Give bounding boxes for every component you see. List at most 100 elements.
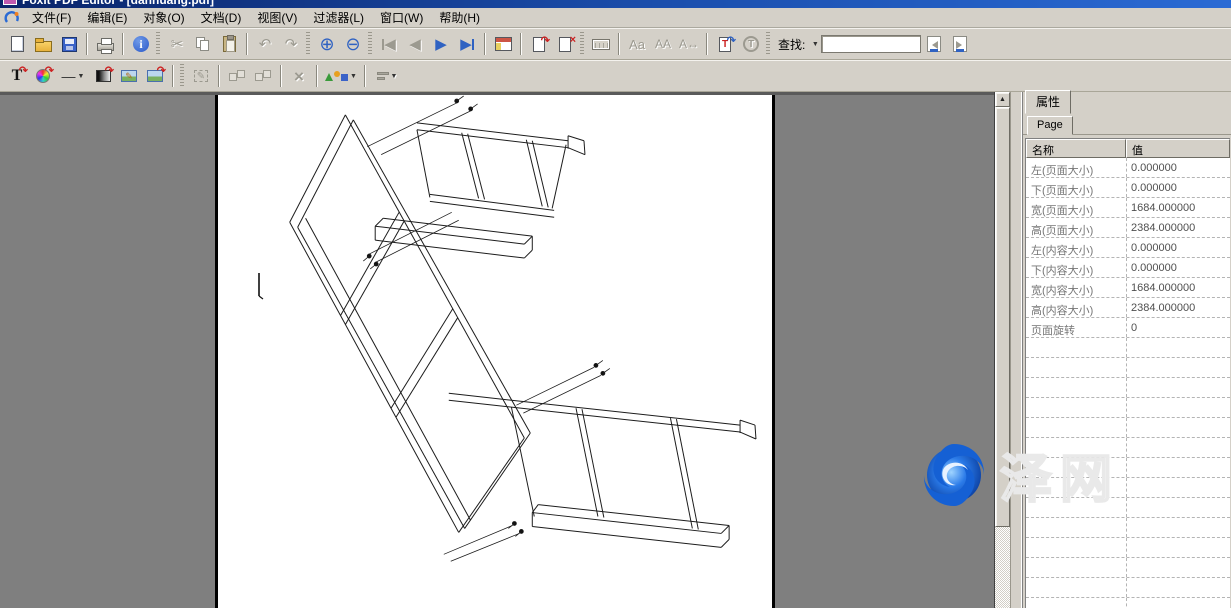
next-page-button[interactable]: ▶ <box>428 31 454 57</box>
table-row[interactable]: 宽(内容大小)1684.000000 <box>1026 278 1230 298</box>
insert-text-button[interactable]: T↷ <box>4 63 30 89</box>
chevron-down-icon: ▼ <box>391 73 398 80</box>
table-row[interactable]: 高(页面大小)2384.000000 <box>1026 218 1230 238</box>
menu-item[interactable]: 帮助(H) <box>431 9 488 27</box>
menu-item[interactable]: 视图(V) <box>249 9 305 27</box>
property-value <box>1126 578 1230 597</box>
scrollbar-thumb[interactable] <box>995 107 1010 527</box>
document-info-button[interactable]: i <box>128 31 154 57</box>
find-dropdown-button[interactable]: ▼ <box>807 31 821 57</box>
first-page-button[interactable]: ◀ <box>376 31 402 57</box>
previous-page-button[interactable]: ◀ <box>402 31 428 57</box>
open-folder-icon <box>35 41 52 52</box>
toolbar-gripper[interactable] <box>580 32 584 56</box>
zoom-out-button[interactable]: ⊖ <box>340 31 366 57</box>
delete-object-button[interactable]: × <box>286 63 312 89</box>
toolbar-gripper[interactable] <box>156 32 160 56</box>
table-row[interactable]: 左(页面大小)0.000000 <box>1026 158 1230 178</box>
insert-color-button[interactable]: ↷ <box>30 63 56 89</box>
insert-page-button[interactable]: ↷ <box>526 31 552 57</box>
menu-item[interactable]: 文档(D) <box>193 9 250 27</box>
insert-shapes-button[interactable]: ▼ <box>322 63 360 89</box>
table-row[interactable]: 高(内容大小)2384.000000 <box>1026 298 1230 318</box>
property-value[interactable]: 0.000000 <box>1126 258 1230 277</box>
vertical-scrollbar[interactable]: ▲ <box>994 92 1010 608</box>
scissors-icon: ✂ <box>171 37 184 52</box>
property-value[interactable]: 0 <box>1126 318 1230 337</box>
menu-item[interactable]: 对象(O) <box>135 9 192 27</box>
page-layout-button[interactable] <box>490 31 516 57</box>
edit-image-button[interactable]: ✎ <box>116 63 142 89</box>
property-value[interactable]: 0.000000 <box>1126 158 1230 177</box>
scroll-up-button[interactable]: ▲ <box>995 92 1010 107</box>
property-name: 宽(页面大小) <box>1026 198 1126 217</box>
find-previous-button[interactable] <box>921 31 947 57</box>
font-case-button[interactable]: Aa <box>624 31 650 57</box>
cut-button[interactable]: ✂ <box>164 31 190 57</box>
toolbar-gripper[interactable] <box>306 32 310 56</box>
document-canvas[interactable] <box>0 92 994 608</box>
pdf-page[interactable] <box>215 95 775 608</box>
table-row[interactable]: 下(页面大小)0.000000 <box>1026 178 1230 198</box>
panel-divider[interactable] <box>1010 92 1022 608</box>
bring-forward-button[interactable] <box>250 63 276 89</box>
menu-item[interactable]: 文件(F) <box>24 9 79 27</box>
toolbar-gripper[interactable] <box>180 64 184 88</box>
menu-item[interactable]: 窗口(W) <box>372 9 431 27</box>
table-row[interactable]: 页面旋转0 <box>1026 318 1230 338</box>
delete-page-button[interactable]: × <box>552 31 578 57</box>
send-backward-button[interactable] <box>224 63 250 89</box>
paste-button[interactable] <box>216 31 242 57</box>
open-file-button[interactable] <box>30 31 56 57</box>
scrollbar-track[interactable] <box>995 527 1010 608</box>
menu-item[interactable]: 编辑(E) <box>79 9 135 27</box>
keyboard-button[interactable] <box>588 31 614 57</box>
properties-tab[interactable]: 属性 <box>1025 90 1071 114</box>
toolbar-separator <box>86 33 88 55</box>
line-style-button[interactable]: —▼ <box>56 63 90 89</box>
copy-button[interactable] <box>190 31 216 57</box>
property-value[interactable]: 0.000000 <box>1126 238 1230 257</box>
font-pair-button[interactable]: AA <box>650 31 676 57</box>
table-header: 名称 值 <box>1026 139 1230 158</box>
find-input[interactable] <box>821 35 921 53</box>
property-value[interactable]: 0.000000 <box>1126 178 1230 197</box>
circled-t-button[interactable]: T <box>738 31 764 57</box>
redo-button[interactable]: ↷ <box>278 31 304 57</box>
property-value[interactable]: 1684.000000 <box>1126 278 1230 297</box>
zoom-in-button[interactable]: ⊕ <box>314 31 340 57</box>
toolbar-gripper[interactable] <box>766 32 770 56</box>
floppy-disk-icon <box>62 37 77 52</box>
column-header-name[interactable]: 名称 <box>1026 139 1126 158</box>
table-row[interactable]: 宽(页面大小)1684.000000 <box>1026 198 1230 218</box>
insert-shading-button[interactable]: ↷ <box>90 63 116 89</box>
new-file-button[interactable] <box>4 31 30 57</box>
table-row[interactable]: 左(内容大小)0.000000 <box>1026 238 1230 258</box>
title-bar[interactable]: Foxit PDF Editor - [danhuang.pdf] <box>0 0 1231 8</box>
table-row[interactable]: 下(内容大小)0.000000 <box>1026 258 1230 278</box>
find-next-button[interactable] <box>947 31 973 57</box>
toolbar-separator <box>618 33 620 55</box>
toolbar-gripper[interactable] <box>368 32 372 56</box>
next-page-icon: ▶ <box>435 37 447 52</box>
align-objects-button[interactable]: ▼ <box>370 63 404 89</box>
chevron-down-icon: ▼ <box>812 41 819 48</box>
find-next-icon <box>953 36 967 52</box>
column-header-value[interactable]: 值 <box>1126 139 1230 158</box>
touchup-object-button[interactable]: ✎ <box>188 63 214 89</box>
undo-button[interactable]: ↶ <box>252 31 278 57</box>
menu-item[interactable]: 过滤器(L) <box>305 9 372 27</box>
property-value[interactable]: 2384.000000 <box>1126 218 1230 237</box>
print-button[interactable] <box>92 31 118 57</box>
table-row <box>1026 458 1230 478</box>
property-value <box>1126 558 1230 577</box>
add-text-button[interactable]: T↷ <box>712 31 738 57</box>
insert-image-button[interactable]: ↷ <box>142 63 168 89</box>
save-file-button[interactable] <box>56 31 82 57</box>
tab-page[interactable]: Page <box>1027 116 1073 135</box>
font-spacing-button[interactable]: A↔ <box>676 31 702 57</box>
property-value[interactable]: 1684.000000 <box>1126 198 1230 217</box>
shapes-icon <box>325 71 348 81</box>
last-page-button[interactable]: ▶ <box>454 31 480 57</box>
property-value[interactable]: 2384.000000 <box>1126 298 1230 317</box>
